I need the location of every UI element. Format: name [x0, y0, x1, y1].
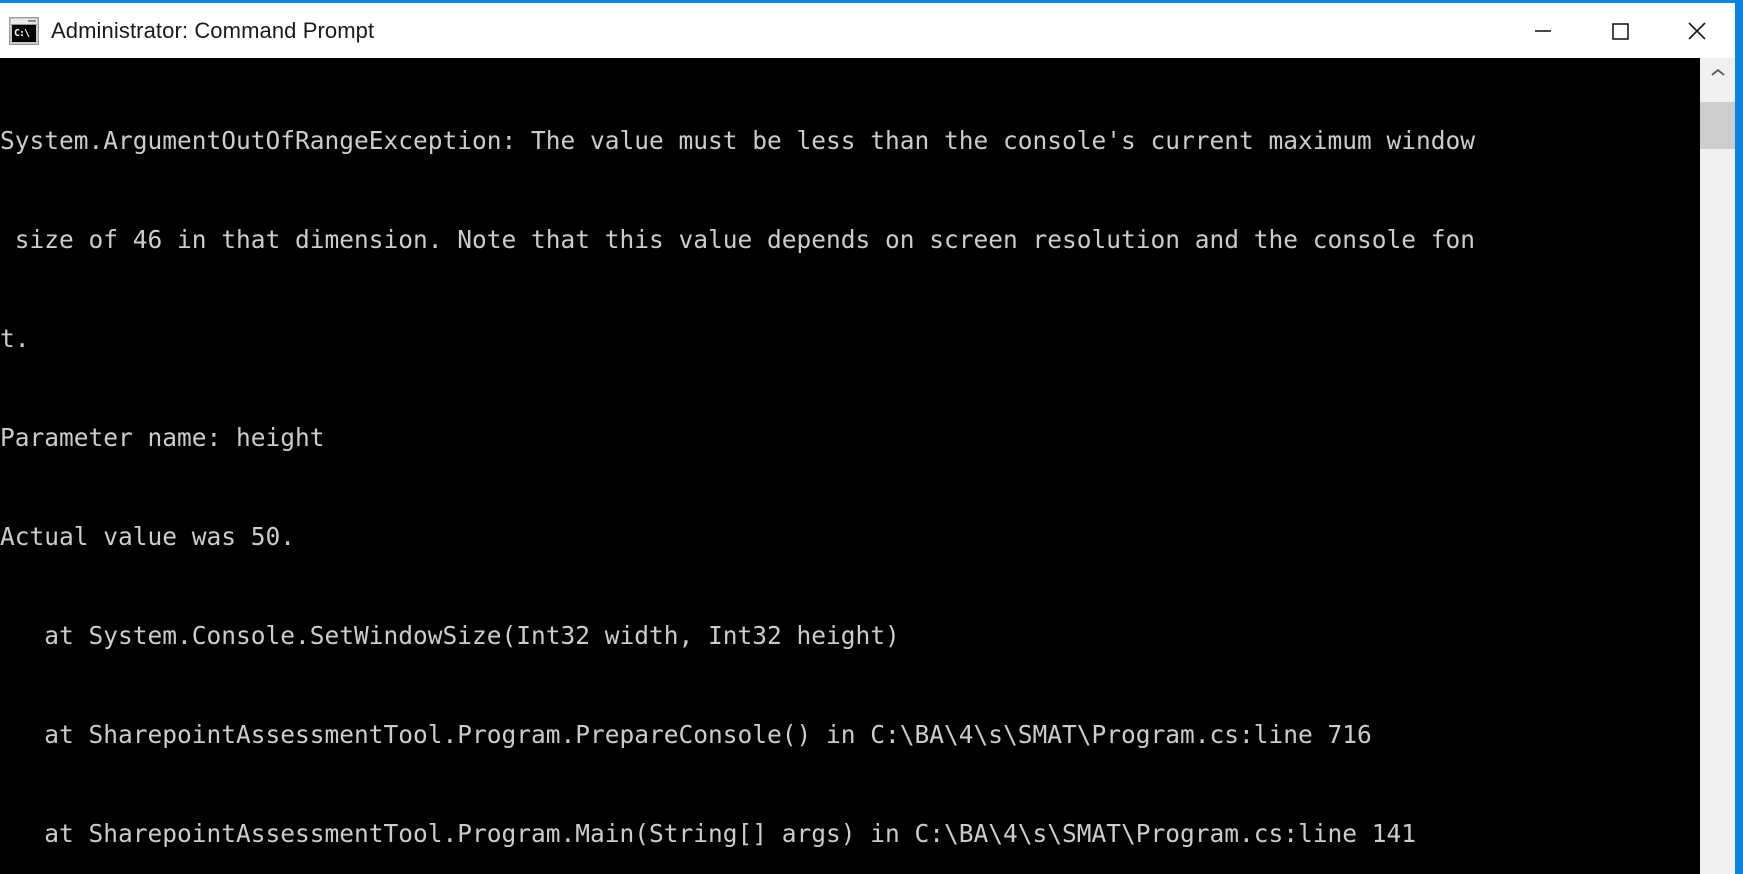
console-line: size of 46 in that dimension. Note that … [0, 225, 1476, 254]
maximize-button[interactable] [1581, 3, 1658, 58]
console-output[interactable]: System.ArgumentOutOfRangeException: The … [0, 58, 1700, 874]
maximize-icon [1611, 22, 1629, 40]
command-prompt-icon: C:\ [9, 16, 39, 45]
titlebar-left-group: C:\ Administrator: Command Prompt [0, 16, 1504, 45]
chevron-up-icon [1710, 68, 1725, 76]
scrollbar-thumb[interactable] [1700, 102, 1735, 149]
console-line: at SharepointAssessmentTool.Program.Prep… [0, 720, 1372, 749]
scrollbar-track[interactable] [1700, 149, 1735, 874]
console-line: Parameter name: height [0, 423, 325, 452]
window-title: Administrator: Command Prompt [51, 17, 375, 43]
console-line: at System.Console.SetWindowSize(Int32 wi… [0, 621, 900, 650]
console-line: at SharepointAssessmentTool.Program.Main… [0, 819, 1417, 848]
console-line: Actual value was 50. [0, 522, 296, 551]
close-icon [1687, 21, 1706, 40]
minimize-button[interactable] [1504, 3, 1581, 58]
window-titlebar[interactable]: C:\ Administrator: Command Prompt [0, 3, 1735, 58]
command-prompt-icon-screen: C:\ [12, 24, 36, 42]
console-area: System.ArgumentOutOfRangeException: The … [0, 58, 1735, 874]
minimize-icon [1534, 29, 1551, 32]
window-controls [1504, 3, 1735, 58]
console-line: System.ArgumentOutOfRangeException: The … [0, 126, 1476, 155]
command-prompt-window: C:\ Administrator: Command Prompt System… [0, 0, 1743, 874]
console-line: t. [0, 324, 30, 353]
scrollbar-up-button[interactable] [1700, 58, 1735, 88]
console-scrollbar[interactable] [1700, 58, 1735, 874]
close-button[interactable] [1658, 3, 1735, 58]
